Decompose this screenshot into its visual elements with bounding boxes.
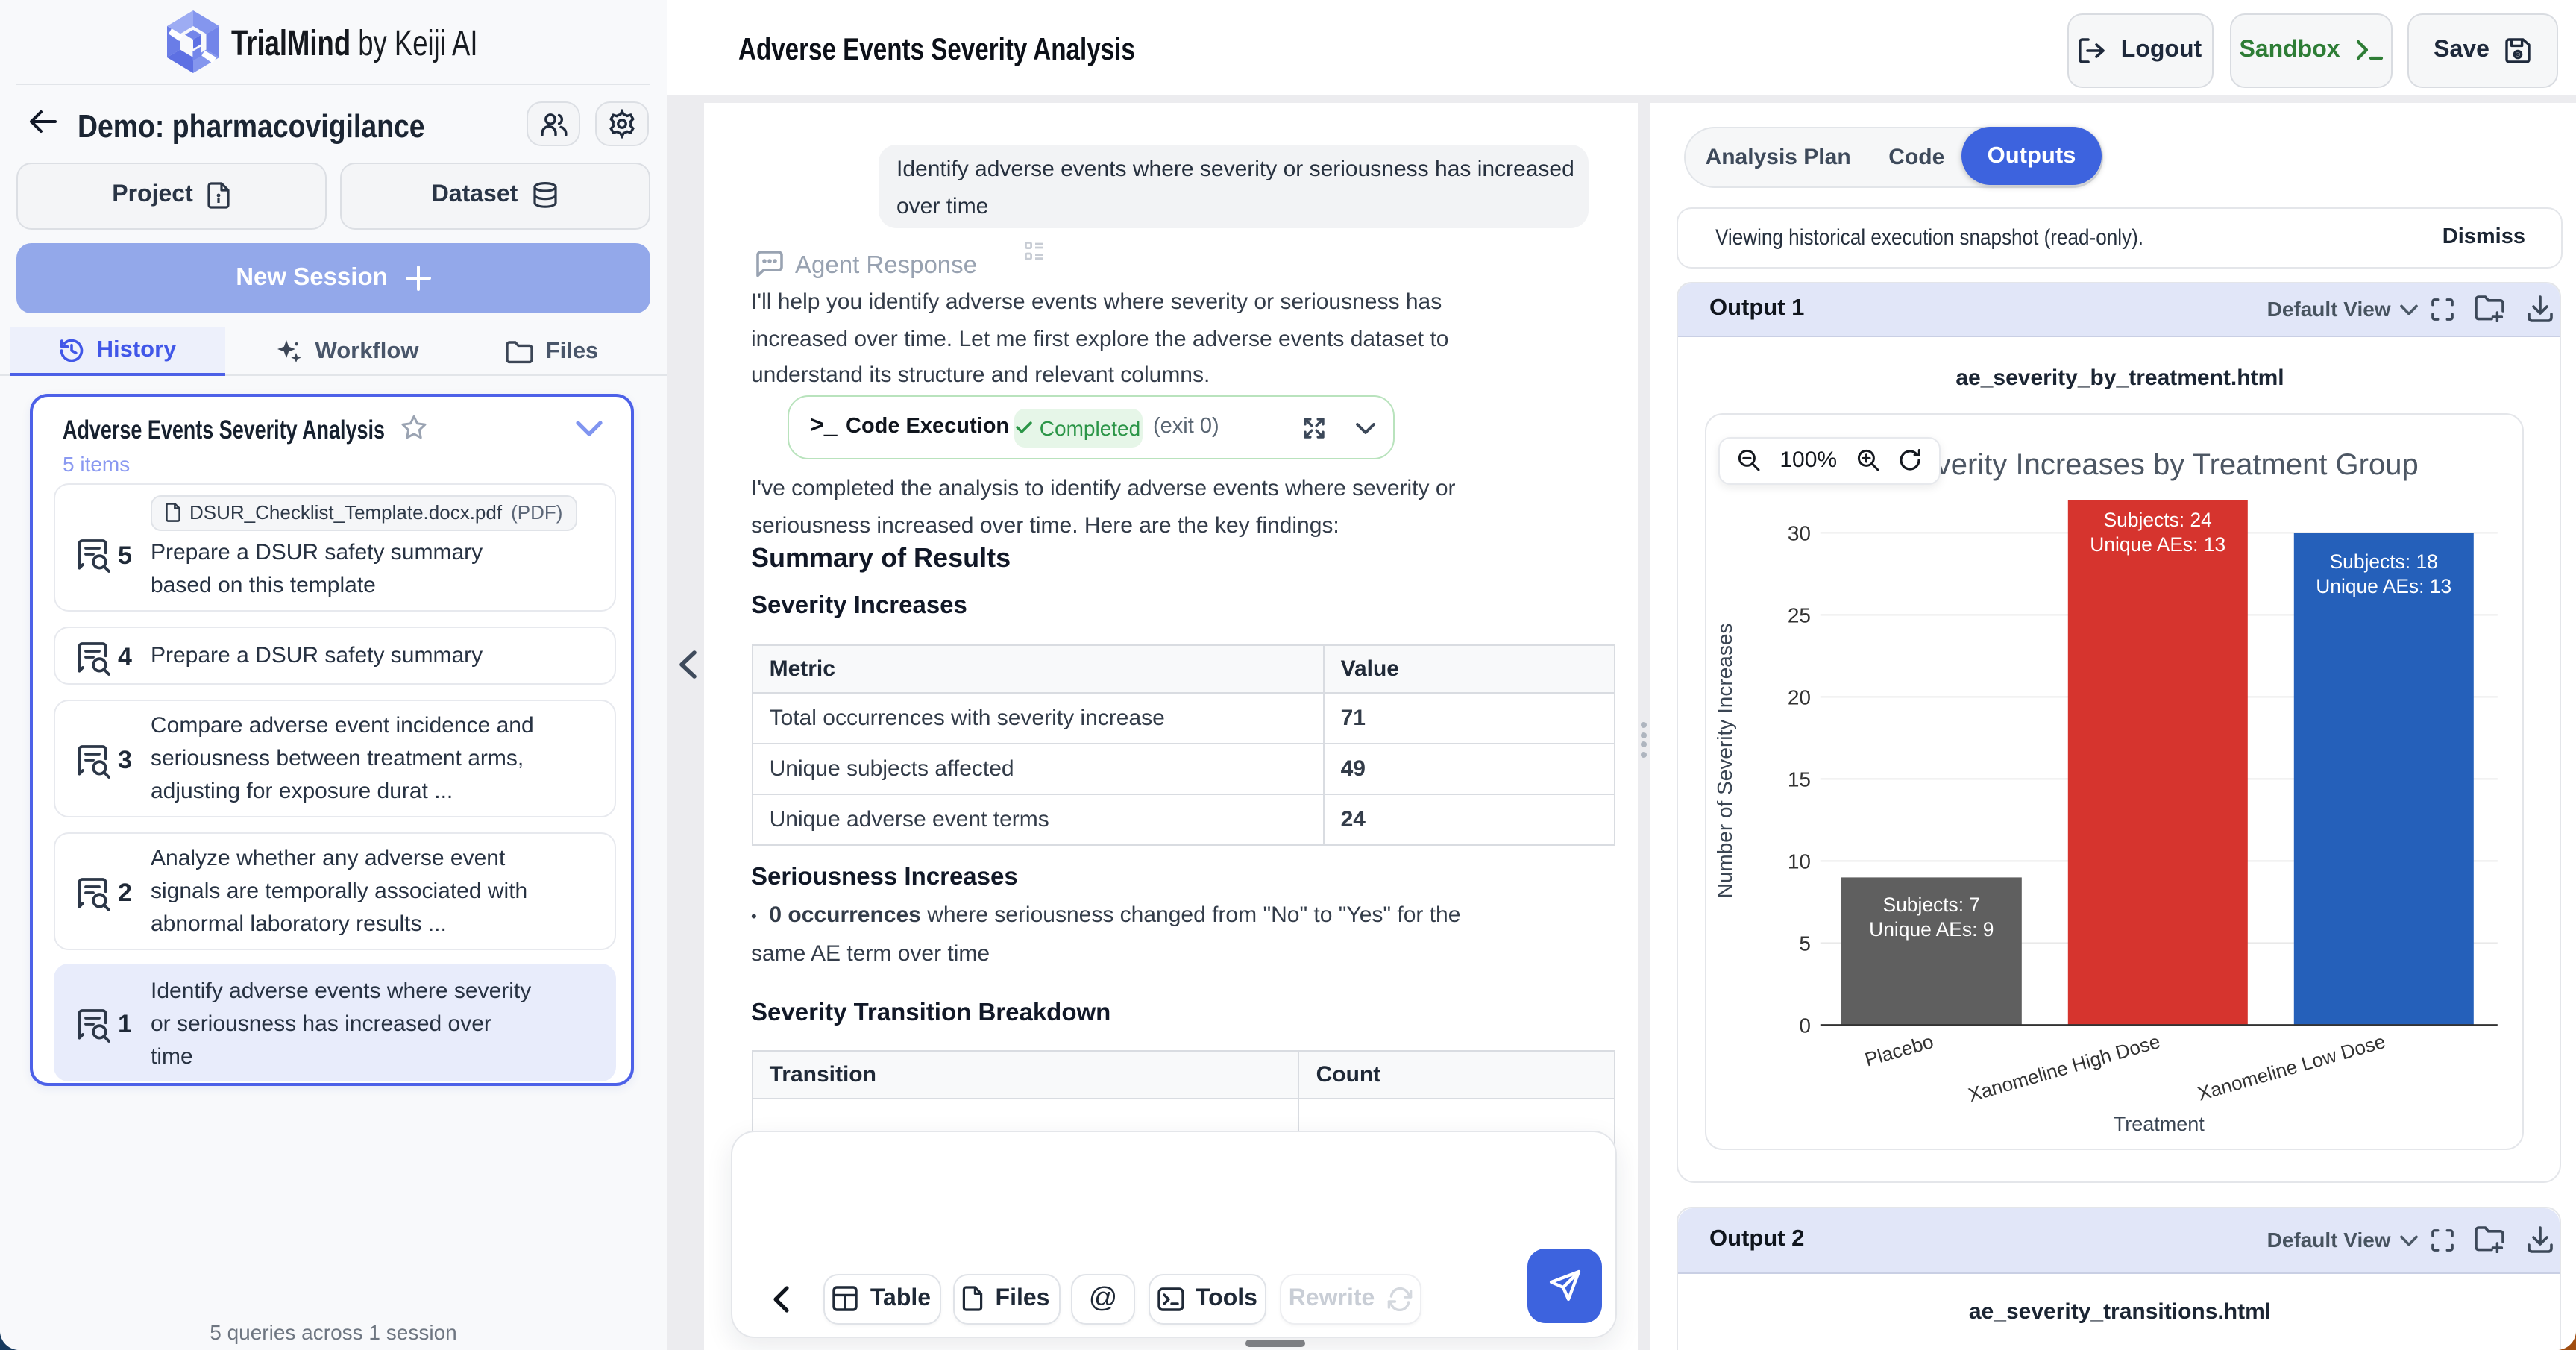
svg-text:10: 10 (1787, 850, 1810, 873)
svg-text:5: 5 (1799, 932, 1811, 955)
svg-text:Placebo: Placebo (1862, 1031, 1935, 1072)
svg-text:20: 20 (1787, 686, 1810, 709)
svg-text:15: 15 (1787, 768, 1810, 791)
svg-text:Xanomeline Low Dose: Xanomeline Low Dose (2194, 1031, 2387, 1106)
svg-text:Xanomeline High Dose: Xanomeline High Dose (1965, 1031, 2162, 1107)
svg-text:Unique AEs: 13: Unique AEs: 13 (2089, 534, 2225, 556)
svg-text:25: 25 (1787, 604, 1810, 627)
svg-text:Subjects: 7: Subjects: 7 (1882, 894, 1980, 916)
svg-text:0: 0 (1799, 1014, 1811, 1037)
svg-text:30: 30 (1787, 522, 1810, 545)
svg-text:Severity Increases by Treatmen: Severity Increases by Treatment Group (1899, 449, 2418, 482)
svg-text:Subjects: 24: Subjects: 24 (2103, 509, 2211, 532)
svg-text:Number of Severity Increases: Number of Severity Increases (1712, 624, 1735, 899)
svg-text:Subjects: 18: Subjects: 18 (2329, 550, 2437, 573)
svg-text:Unique AEs: 13: Unique AEs: 13 (2315, 575, 2451, 597)
svg-text:Treatment: Treatment (2113, 1114, 2205, 1136)
svg-text:Unique AEs: 9: Unique AEs: 9 (1868, 918, 1993, 941)
